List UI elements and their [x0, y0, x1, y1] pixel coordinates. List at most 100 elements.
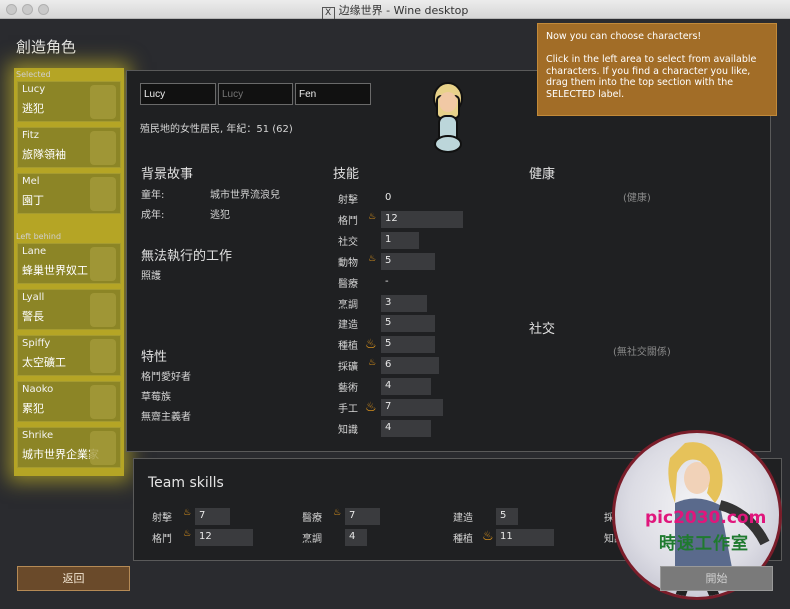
portrait-icon: [90, 339, 116, 373]
skill-level: 5: [381, 253, 435, 270]
social-empty-text: (無社交關係): [613, 347, 671, 358]
incapable-item[interactable]: 照護: [141, 267, 161, 282]
character-name: Naoko: [22, 384, 54, 395]
portrait-icon: [90, 247, 116, 281]
character-role: 太空礦工: [22, 356, 66, 369]
portrait-icon: [90, 385, 116, 419]
character-name: Lane: [22, 246, 47, 257]
selected-section-label: Selected: [16, 70, 51, 79]
character-card-lane[interactable]: Lane 蜂巢世界奴工: [17, 243, 121, 284]
left-behind-section-label: Left behind: [16, 232, 62, 241]
character-name: Lyall: [22, 292, 45, 303]
childhood-value[interactable]: 城市世界流浪兒: [210, 186, 280, 201]
trait-item[interactable]: 無齋主義者: [141, 408, 191, 423]
skill-name: 手工: [338, 404, 358, 415]
skill-name: 醫療: [338, 279, 358, 290]
character-card-mel[interactable]: Mel 園丁: [17, 173, 121, 214]
skill-level: 5: [381, 315, 435, 332]
skill-level: 1: [381, 232, 419, 249]
skill-level: 4: [381, 420, 431, 437]
portrait-icon: [90, 177, 116, 211]
character-name: Fitz: [22, 130, 39, 141]
major-passion-icon: ♨: [365, 337, 377, 352]
skill-level: -: [385, 276, 389, 287]
minor-passion-icon: ♨: [183, 529, 192, 539]
incapable-title: 無法執行的工作: [141, 249, 233, 264]
health-title: 健康: [529, 167, 556, 182]
first-name-field[interactable]: [140, 83, 216, 105]
character-card-lyall[interactable]: Lyall 警長: [17, 289, 121, 330]
window-title: 边缘世界 - Wine desktop: [338, 4, 469, 17]
team-skill-level: 5: [496, 508, 518, 525]
team-skill-name: 醫療: [302, 513, 322, 524]
character-role: 園丁: [22, 194, 44, 207]
skill-level: 7: [381, 399, 443, 416]
team-skills-title: Team skills: [148, 475, 224, 491]
character-card-lucy[interactable]: Lucy 逃犯: [17, 81, 121, 122]
minor-passion-icon: ♨: [368, 254, 377, 264]
skill-level: 6: [381, 357, 439, 374]
team-skill-name: 射擊: [152, 513, 172, 524]
skills-title: 技能: [333, 167, 360, 182]
minor-passion-icon: ♨: [333, 508, 342, 518]
watermark-url: pic2030.com: [645, 508, 767, 528]
character-description: 殖民地的女性居民, 年紀：51 (62): [140, 124, 293, 135]
skill-level: 12: [381, 211, 463, 228]
tutorial-tooltip: Now you can choose characters! Click in …: [537, 23, 777, 116]
character-card-spiffy[interactable]: Spiffy 太空礦工: [17, 335, 121, 376]
skill-name: 藝術: [338, 383, 358, 394]
portrait-icon: [90, 293, 116, 327]
trait-item[interactable]: 格鬥愛好者: [141, 368, 191, 383]
backstory-title: 背景故事: [141, 167, 194, 182]
skill-level: 4: [381, 378, 431, 395]
last-name-field[interactable]: [295, 83, 371, 105]
team-skill-level: 7: [345, 508, 380, 525]
character-name: Shrike: [22, 430, 54, 441]
minor-passion-icon: ♨: [183, 508, 192, 518]
character-role: 蜂巢世界奴工: [22, 264, 88, 277]
minor-passion-icon: ♨: [368, 358, 377, 368]
portrait-icon: [90, 131, 116, 165]
team-skill-level: 4: [345, 529, 367, 546]
traits-title: 特性: [141, 350, 168, 365]
character-card-fitz[interactable]: Fitz 旅隊領袖: [17, 127, 121, 168]
character-name: Mel: [22, 176, 40, 187]
character-name: Spiffy: [22, 338, 51, 349]
skill-level: 5: [381, 336, 435, 353]
skill-name: 格鬥: [338, 216, 358, 227]
adulthood-value[interactable]: 逃犯: [210, 206, 230, 221]
skill-name: 知識: [338, 425, 358, 436]
watermark-studio: 時速工作室: [659, 534, 749, 554]
team-skill-name: 種植: [453, 534, 473, 545]
character-name: Lucy: [22, 84, 46, 95]
skill-level: 0: [385, 192, 392, 203]
character-portrait: [428, 80, 468, 155]
team-skill-level: 11: [496, 529, 554, 546]
skill-name: 採礦: [338, 362, 358, 373]
skill-level: 3: [381, 295, 427, 312]
nickname-field[interactable]: [218, 83, 293, 105]
portrait-icon: [90, 85, 116, 119]
adulthood-label: 成年:: [141, 210, 165, 221]
major-passion-icon: ♨: [482, 529, 494, 544]
portrait-icon: [90, 431, 116, 465]
character-role: 城市世界企業家: [22, 448, 99, 461]
screen-title: 創造角色: [16, 38, 77, 56]
skill-name: 射擊: [338, 195, 358, 206]
health-empty-text: (健康): [623, 193, 651, 204]
character-role: 警長: [22, 310, 44, 323]
back-button[interactable]: 返回: [17, 566, 130, 591]
skill-name: 烹調: [338, 300, 358, 311]
start-button[interactable]: 開始: [660, 566, 773, 591]
team-skill-name: 建造: [453, 513, 473, 524]
major-passion-icon: ♨: [365, 400, 377, 415]
skill-name: 建造: [338, 320, 358, 331]
team-skill-level: 7: [195, 508, 230, 525]
trait-item[interactable]: 草莓族: [141, 388, 171, 403]
character-card-naoko[interactable]: Naoko 累犯: [17, 381, 121, 422]
character-card-shrike[interactable]: Shrike 城市世界企業家: [17, 427, 121, 468]
team-skill-name: 烹調: [302, 534, 322, 545]
skill-name: 動物: [338, 258, 358, 269]
social-title: 社交: [529, 322, 556, 337]
character-role: 累犯: [22, 402, 44, 415]
